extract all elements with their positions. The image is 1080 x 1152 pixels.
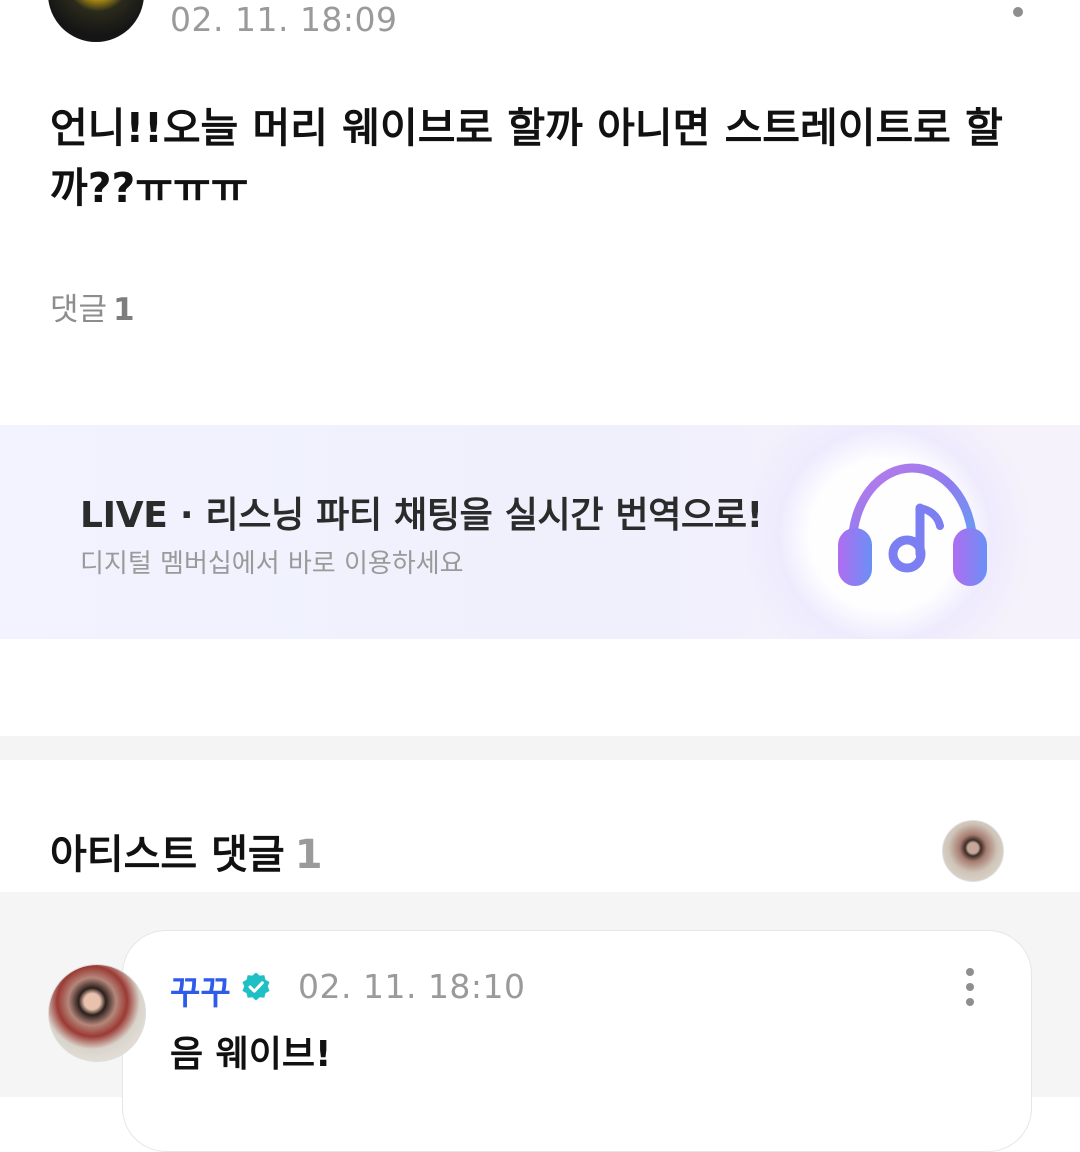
artist-comments-heading: 아티스트 댓글 1 bbox=[50, 822, 323, 880]
comment-author-name[interactable]: 꾸꾸 bbox=[170, 966, 231, 1014]
post-author-avatar[interactable] bbox=[48, 0, 144, 42]
banner-title: LIVE · 리스닝 파티 채팅을 실시간 번역으로! bbox=[80, 495, 763, 536]
comment-text: 음 웨이브! bbox=[170, 1034, 332, 1075]
section-divider bbox=[0, 736, 1080, 760]
comment-timestamp: 02. 11. 18:10 bbox=[298, 967, 526, 1006]
comment-count-number: 1 bbox=[113, 292, 135, 328]
post-more-options-icon[interactable] bbox=[1013, 7, 1023, 17]
artist-comments-count: 1 bbox=[294, 832, 323, 878]
comment-more-options-icon[interactable] bbox=[961, 968, 979, 1008]
artist-comments-title: 아티스트 댓글 bbox=[50, 832, 285, 878]
comment-author-avatar[interactable] bbox=[48, 964, 146, 1062]
artist-avatar-thumbnail[interactable] bbox=[942, 820, 1004, 882]
post-body-text: 언니!!오늘 머리 웨이브로 할까 아니면 스트레이트로 할까??ㅠㅠㅠ bbox=[50, 104, 1003, 212]
comment-count-label: 댓글 bbox=[50, 292, 108, 328]
verified-badge-icon bbox=[242, 972, 270, 1001]
banner-subtitle: 디지털 멤버십에서 바로 이용하세요 bbox=[80, 549, 464, 579]
post-timestamp: 02. 11. 18:09 bbox=[170, 0, 398, 39]
post-comment-count[interactable]: 댓글 1 bbox=[50, 284, 135, 329]
headphones-music-icon bbox=[838, 463, 987, 586]
